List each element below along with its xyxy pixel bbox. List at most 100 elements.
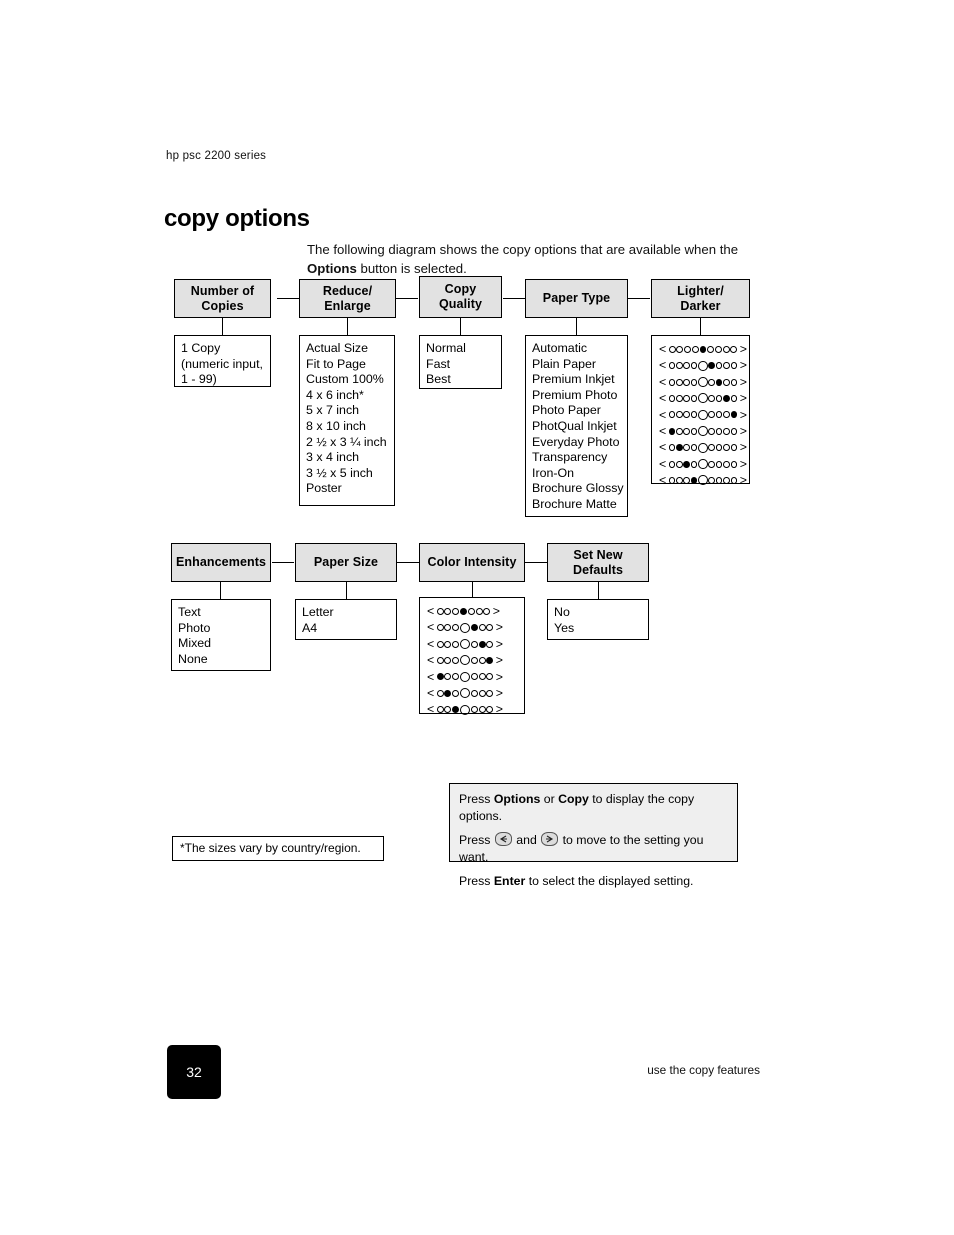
node-list-enhancements[interactable]: Text Photo Mixed None <box>171 599 271 671</box>
dot-empty <box>690 460 698 468</box>
dot-empty <box>723 378 730 386</box>
node-header-label: Copy Quality <box>438 282 483 311</box>
dot-empty <box>730 476 738 484</box>
dot-empty <box>436 607 444 615</box>
dot-empty <box>436 656 444 664</box>
list-item: Custom 100% <box>306 372 384 387</box>
dot-filled <box>683 460 691 468</box>
dot-empty <box>730 444 738 452</box>
tip-line-2: Press and to move to the setting you wan… <box>459 832 704 864</box>
dot-empty <box>730 394 738 402</box>
dot-current-marker <box>459 671 470 682</box>
dot-current-marker <box>459 655 470 666</box>
list-item: Premium Photo <box>532 387 618 402</box>
dot-empty <box>444 624 452 632</box>
dot-filled <box>436 673 444 681</box>
node-list-color-intensity[interactable]: < > < > < > < > < > < > < > <box>419 597 525 717</box>
list-item: No <box>554 605 570 619</box>
scale-row: < > <box>657 472 749 488</box>
left-chevron-icon: < <box>659 473 667 488</box>
dot-empty <box>683 476 691 484</box>
page-number-badge: 32 <box>167 1045 221 1099</box>
node-header-number-of-copies[interactable]: Number of Copies <box>174 279 271 318</box>
node-header-paper-type[interactable]: Paper Type <box>525 279 628 318</box>
right-chevron-icon: > <box>739 358 747 373</box>
dot-empty <box>723 411 730 419</box>
node-list-copy-quality[interactable]: Normal Fast Best <box>419 335 502 389</box>
dot-empty <box>683 411 691 419</box>
list-item: Letter <box>302 605 334 619</box>
dot-empty <box>690 394 698 402</box>
dot-empty <box>708 411 716 419</box>
tip-line-1: Press Options or Copy to display the cop… <box>459 792 695 823</box>
intro-prefix: The following diagram shows the copy opt… <box>307 242 739 258</box>
dot-empty <box>668 444 676 452</box>
node-list-reduce-enlarge[interactable]: Actual Size Fit to Page Custom 100% 4 x … <box>299 335 395 506</box>
node-list-set-new-defaults[interactable]: No Yes <box>547 599 649 640</box>
node-header-reduce-enlarge[interactable]: Reduce/ Enlarge <box>299 279 396 318</box>
scale-row: < > <box>657 407 749 423</box>
dot-empty <box>470 640 478 648</box>
list-item: 5 x 7 inch <box>306 403 360 418</box>
dot-empty <box>444 640 452 648</box>
left-chevron-icon: < <box>659 391 667 406</box>
dot-empty <box>684 345 692 353</box>
dot-empty <box>676 345 684 353</box>
list-item: Mixed <box>178 636 212 651</box>
list-item: 2 ½ x 3 ¼ inch <box>306 434 387 449</box>
dot-current-marker <box>698 475 708 486</box>
dot-empty <box>486 640 494 648</box>
dot-current-marker <box>459 688 470 699</box>
node-header-label: Lighter/ Darker <box>677 283 724 313</box>
dot-empty <box>470 706 478 714</box>
list-item: None <box>178 651 208 666</box>
left-chevron-icon: < <box>659 358 667 373</box>
dot-empty <box>715 411 723 419</box>
list-item: 4 x 6 inch* <box>306 387 364 402</box>
left-chevron-icon: < <box>427 636 435 651</box>
connector-h-r2-1 <box>272 562 294 563</box>
connector-v-paper-size <box>346 582 347 599</box>
dot-empty <box>436 689 444 697</box>
scale-row: < > <box>425 701 524 717</box>
right-chevron-icon: > <box>495 620 503 635</box>
dot-filled <box>452 706 460 714</box>
node-header-set-new-defaults[interactable]: Set New Defaults <box>547 543 649 582</box>
dot-empty <box>723 444 730 452</box>
node-list-paper-type[interactable]: Automatic Plain Paper Premium Inkjet Pre… <box>525 335 628 517</box>
dot-empty <box>715 476 723 484</box>
dot-empty <box>478 624 486 632</box>
node-list-paper-size[interactable]: Letter A4 <box>295 599 397 640</box>
node-header-paper-size[interactable]: Paper Size <box>295 543 397 582</box>
intro-paragraph: The following diagram shows the copy opt… <box>307 241 777 278</box>
dot-empty <box>690 427 698 435</box>
dot-empty <box>676 460 683 468</box>
right-chevron-icon: > <box>739 424 747 439</box>
dot-empty <box>730 345 738 353</box>
list-item: Brochure Glossy <box>532 481 624 496</box>
dot-empty <box>690 362 698 370</box>
list-item: Iron-On <box>532 465 575 480</box>
right-chevron-icon: > <box>739 440 747 455</box>
list-item: Actual Size <box>306 341 368 355</box>
dot-current-marker <box>698 360 708 371</box>
dot-empty <box>708 476 716 484</box>
dot-current-marker <box>698 459 708 470</box>
tip-line-3: Press Enter to select the displayed sett… <box>459 874 694 888</box>
node-header-lighter-darker[interactable]: Lighter/ Darker <box>651 279 750 318</box>
scale-row: < > <box>657 374 749 390</box>
dot-empty <box>708 378 716 386</box>
dot-empty <box>730 378 738 386</box>
connector-v-number-of-copies <box>222 318 223 335</box>
dot-filled <box>478 640 486 648</box>
node-list-number-of-copies[interactable]: 1 Copy (numeric input, 1 - 99) <box>174 335 271 387</box>
node-header-enhancements[interactable]: Enhancements <box>171 543 271 582</box>
dot-empty <box>676 476 683 484</box>
dot-filled <box>708 362 716 370</box>
dot-filled <box>699 345 707 353</box>
node-header-copy-quality[interactable]: Copy Quality <box>419 276 502 318</box>
node-header-color-intensity[interactable]: Color Intensity <box>419 543 525 582</box>
dot-empty <box>676 411 683 419</box>
node-list-lighter-darker[interactable]: < > < > < > < > < > < > < > < > < > <box>651 335 750 487</box>
list-item: Photo Paper <box>532 403 601 418</box>
